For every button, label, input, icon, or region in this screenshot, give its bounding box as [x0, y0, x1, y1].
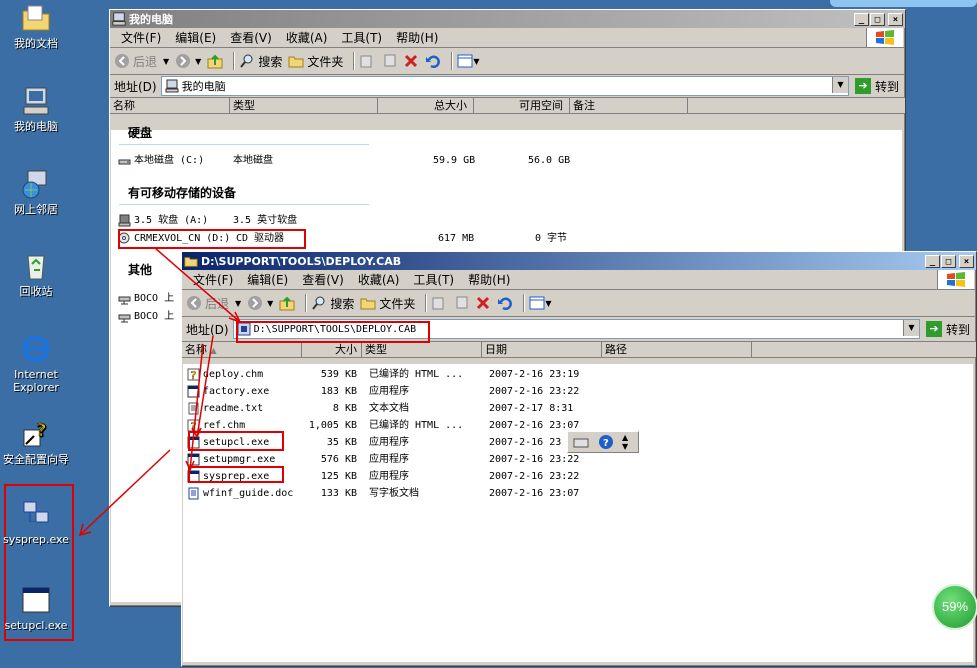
progress-badge[interactable]: 59% — [932, 584, 977, 630]
progress-value: 59% — [941, 599, 969, 614]
top-right-widget[interactable] — [830, 0, 977, 7]
annotation-arrows — [78, 247, 242, 537]
